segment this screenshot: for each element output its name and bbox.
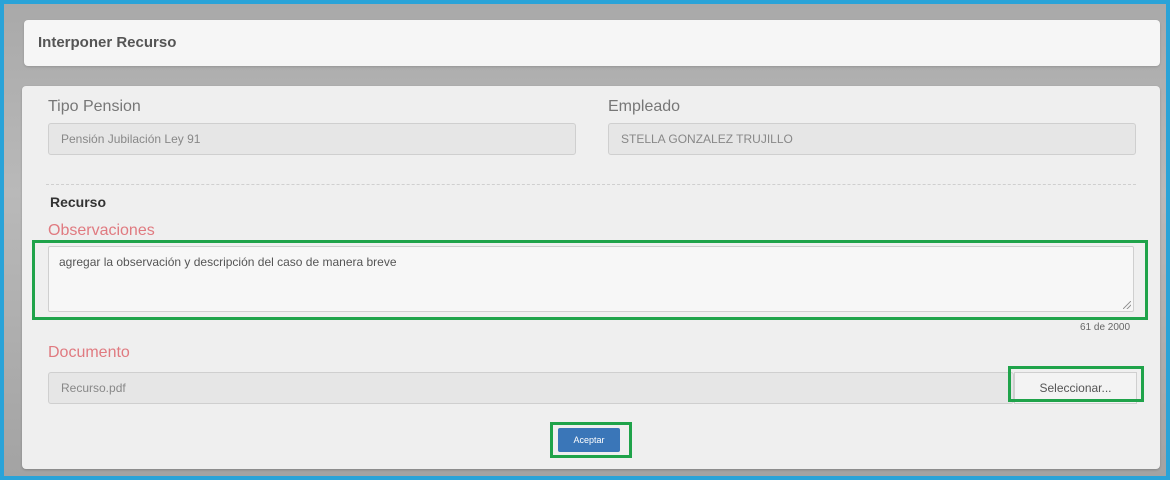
tipo-pension-label: Tipo Pension	[48, 98, 141, 115]
documento-label: Documento	[48, 344, 130, 361]
screenshot-frame: Interponer Recurso Tipo Pension Pensión …	[0, 0, 1170, 480]
divider	[46, 184, 1136, 185]
documento-field[interactable]: Recurso.pdf	[48, 372, 1014, 404]
form-panel: Tipo Pension Pensión Jubilación Ley 91 E…	[22, 86, 1160, 469]
page-title: Interponer Recurso	[38, 34, 177, 51]
empleado-field[interactable]: STELLA GONZALEZ TRUJILLO	[608, 123, 1136, 155]
resize-grip-icon[interactable]	[1123, 301, 1131, 309]
select-file-button[interactable]: Seleccionar...	[1014, 372, 1137, 404]
accept-button[interactable]: Aceptar	[558, 428, 620, 452]
tipo-pension-field[interactable]: Pensión Jubilación Ley 91	[48, 123, 576, 155]
observaciones-textarea[interactable]: agregar la observación y descripción del…	[48, 246, 1134, 312]
observaciones-label: Observaciones	[48, 222, 155, 239]
recurso-section-title: Recurso	[50, 194, 107, 210]
char-counter: 61 de 2000	[1080, 322, 1131, 333]
empleado-label: Empleado	[608, 98, 681, 115]
title-bar: Interponer Recurso	[24, 20, 1160, 66]
observaciones-text: agregar la observación y descripción del…	[59, 255, 397, 269]
